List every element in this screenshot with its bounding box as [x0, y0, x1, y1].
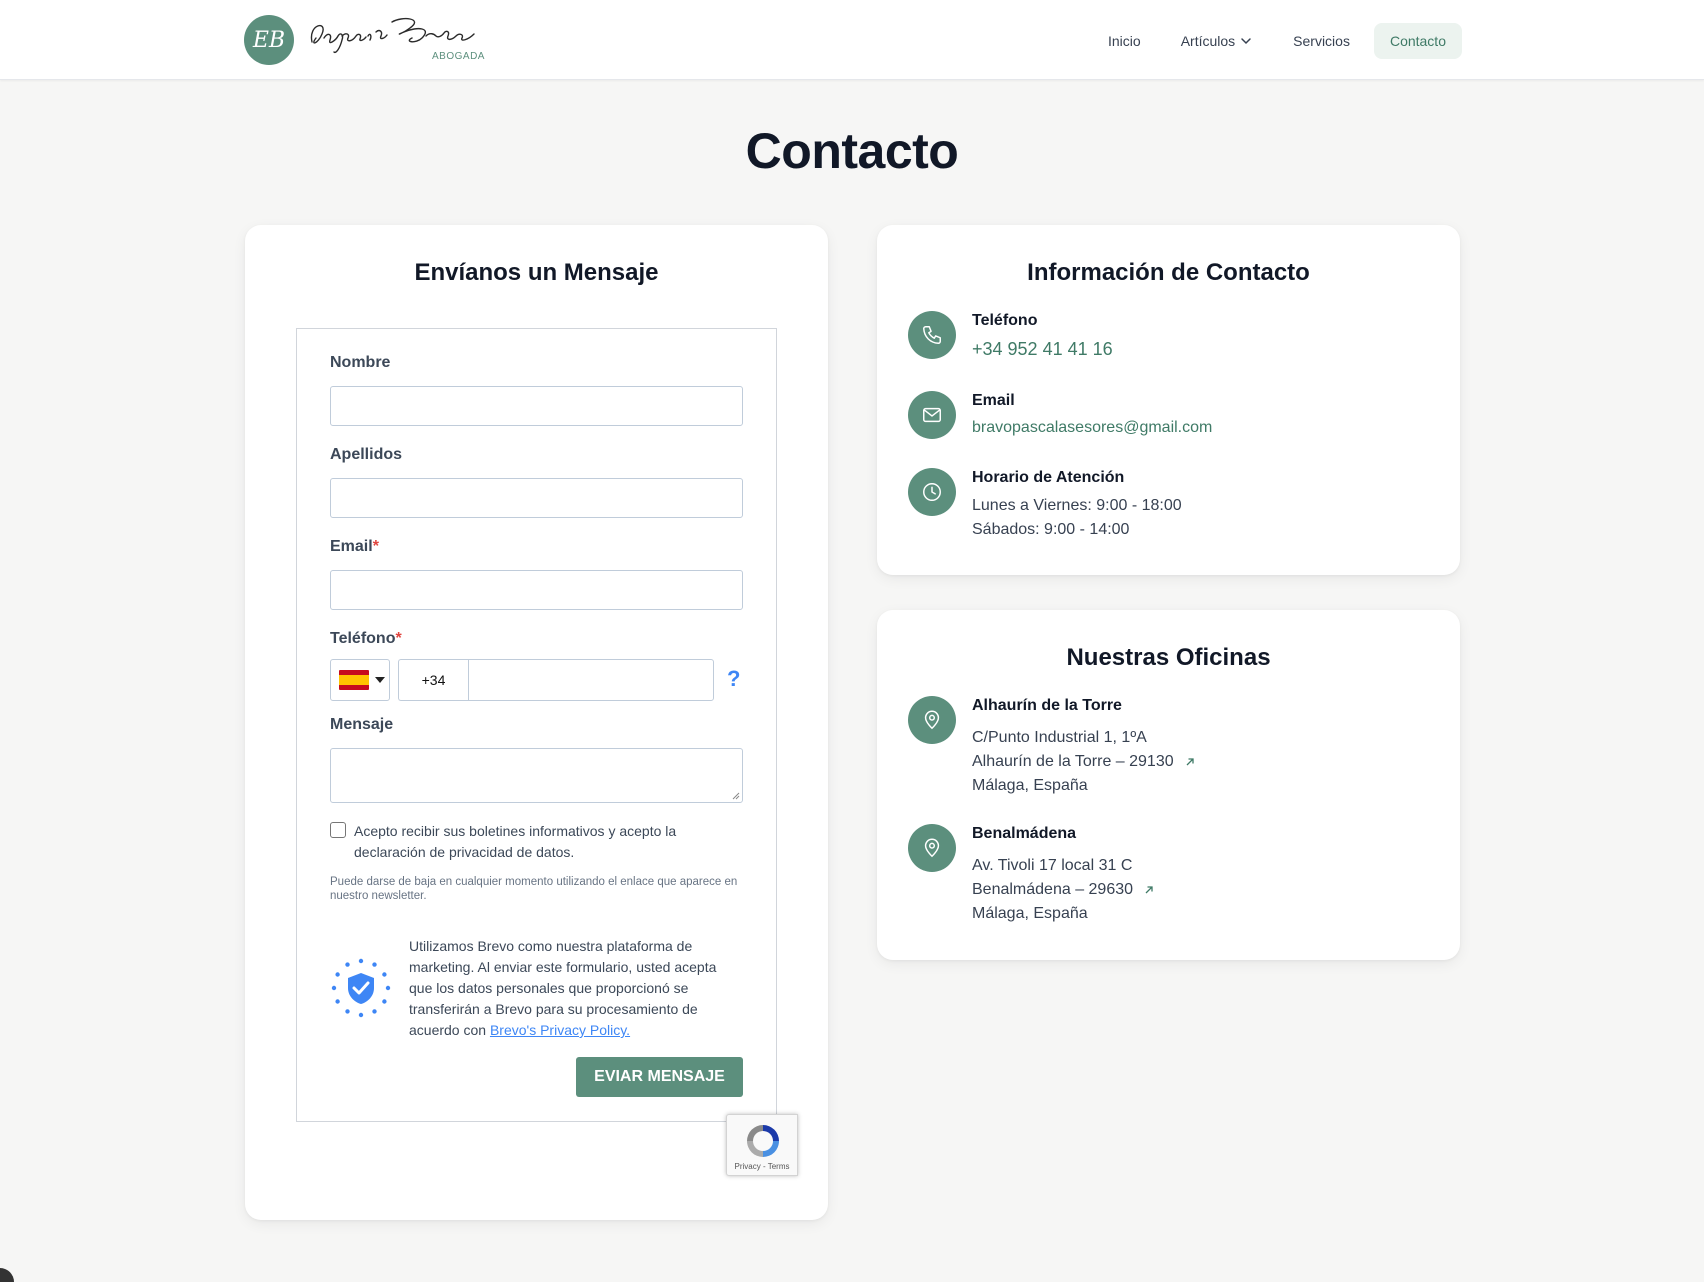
gdpr-notice: Utilizamos Brevo como nuestra plataforma… [409, 936, 729, 1041]
nav-label: Servicios [1293, 33, 1350, 49]
telefono-label: Teléfono* [330, 630, 402, 648]
logo-mark: EB [244, 15, 294, 65]
phone-input[interactable] [468, 659, 714, 701]
form-card-title: Envíanos un Mensaje [414, 259, 659, 286]
help-icon[interactable]: ? [727, 666, 740, 692]
page-title: Contacto [745, 123, 959, 179]
nav-item-inicio[interactable]: Inicio [1092, 23, 1157, 59]
resize-grip-icon[interactable] [732, 792, 740, 800]
mensaje-label: Mensaje [330, 716, 394, 733]
message-form-card: Envíanos un Mensaje Nombre Apellidos Ema… [245, 225, 828, 1220]
phone-body: Teléfono +34 952 41 41 16 [972, 311, 1412, 360]
main-nav: Inicio Artículos Servicios Contacto [1092, 21, 1462, 61]
external-link-icon [1186, 758, 1194, 766]
recaptcha-links[interactable]: Privacy - Terms [727, 1162, 797, 1171]
clock-icon [908, 468, 956, 516]
offices-title: Nuestras Oficinas [1066, 644, 1271, 671]
email-input[interactable] [330, 570, 743, 610]
map-pin-icon [908, 696, 956, 744]
nav-item-contacto[interactable]: Contacto [1373, 23, 1462, 59]
map-pin-icon [908, 824, 956, 872]
office-city-link[interactable]: Alhaurín de la Torre – 29130 [972, 750, 1412, 774]
nav-label: Contacto [1389, 33, 1446, 49]
submit-button[interactable]: EVIAR MENSAJE [576, 1057, 743, 1097]
office-body: Alhaurín de la Torre C/Punto Industrial … [972, 696, 1412, 798]
required-mark: * [395, 630, 402, 647]
corner-decoration [0, 1268, 14, 1282]
email-label: Email* [330, 538, 379, 556]
phone-label: Teléfono [972, 312, 1038, 329]
recaptcha-badge[interactable]: Privacy - Terms [726, 1114, 798, 1176]
email-link[interactable]: bravopascalasesores@gmail.com [972, 419, 1412, 437]
apellidos-label: Apellidos [330, 446, 403, 463]
email-info-label: Email [972, 392, 1015, 409]
country-select[interactable] [330, 659, 390, 701]
gdpr-shield-icon [331, 958, 391, 1018]
office-region: Málaga, España [972, 905, 1088, 922]
caret-down-icon [375, 677, 385, 683]
office-name: Alhaurín de la Torre [972, 697, 1122, 714]
offices-card: Nuestras Oficinas Alhaurín de la Torre C… [877, 610, 1460, 960]
office-address-line: C/Punto Industrial 1, 1ºA [972, 729, 1147, 746]
logo[interactable]: EB ABOGADA [244, 12, 494, 68]
office-city-link[interactable]: Benalmádena – 29630 [972, 878, 1412, 902]
newsletter-form: Nombre Apellidos Email* Teléfono* +34 ? … [296, 328, 777, 1122]
office-address-line: Av. Tivoli 17 local 31 C [972, 857, 1133, 874]
logo-initials: EB [252, 27, 286, 53]
nombre-label: Nombre [330, 354, 391, 371]
hours-body: Horario de Atención Lunes a Viernes: 9:0… [972, 468, 1412, 542]
external-link-icon [1145, 886, 1153, 894]
contact-info-title: Información de Contacto [1027, 259, 1310, 286]
nav-item-servicios[interactable]: Servicios [1277, 23, 1366, 59]
hours-saturday: Sábados: 9:00 - 14:00 [972, 521, 1130, 538]
recaptcha-icon [747, 1125, 779, 1157]
consent-checkbox[interactable] [330, 822, 346, 838]
office-body: Benalmádena Av. Tivoli 17 local 31 C Ben… [972, 824, 1412, 926]
phone-link[interactable]: +34 952 41 41 16 [972, 339, 1412, 360]
chevron-down-icon [1241, 38, 1251, 45]
nav-label: Inicio [1108, 33, 1141, 49]
hours-weekdays: Lunes a Viernes: 9:00 - 18:00 [972, 497, 1182, 514]
apellidos-input[interactable] [330, 478, 743, 518]
site-header: EB ABOGADA Inicio Artículos Servicios Co… [0, 0, 1704, 80]
logo-subtitle: ABOGADA [432, 51, 485, 62]
spain-flag-icon [339, 670, 369, 690]
nombre-input[interactable] [330, 386, 743, 426]
hours-label: Horario de Atención [972, 469, 1125, 486]
email-body: Email bravopascalasesores@gmail.com [972, 391, 1412, 437]
unsubscribe-note: Puede darse de baja en cualquier momento… [330, 876, 738, 902]
nav-item-articulos[interactable]: Artículos [1165, 23, 1269, 59]
consent-label: Acepto recibir sus boletines informativo… [354, 823, 677, 860]
brevo-privacy-link[interactable]: Brevo's Privacy Policy. [490, 1022, 630, 1038]
mensaje-textarea[interactable] [330, 748, 743, 803]
contact-info-card: Información de Contacto Teléfono +34 952… [877, 225, 1460, 575]
office-city: Alhaurín de la Torre – 29130 [972, 753, 1174, 770]
mail-icon [908, 391, 956, 439]
office-city: Benalmádena – 29630 [972, 881, 1134, 898]
email-label-text: Email [330, 538, 373, 555]
logo-signature: ABOGADA [306, 12, 492, 68]
telefono-label-text: Teléfono [330, 630, 396, 647]
office-name: Benalmádena [972, 825, 1077, 842]
office-region: Málaga, España [972, 777, 1088, 794]
nav-label: Artículos [1180, 33, 1236, 49]
required-mark: * [372, 538, 379, 555]
phone-prefix: +34 [398, 659, 468, 701]
phone-icon [908, 311, 956, 359]
